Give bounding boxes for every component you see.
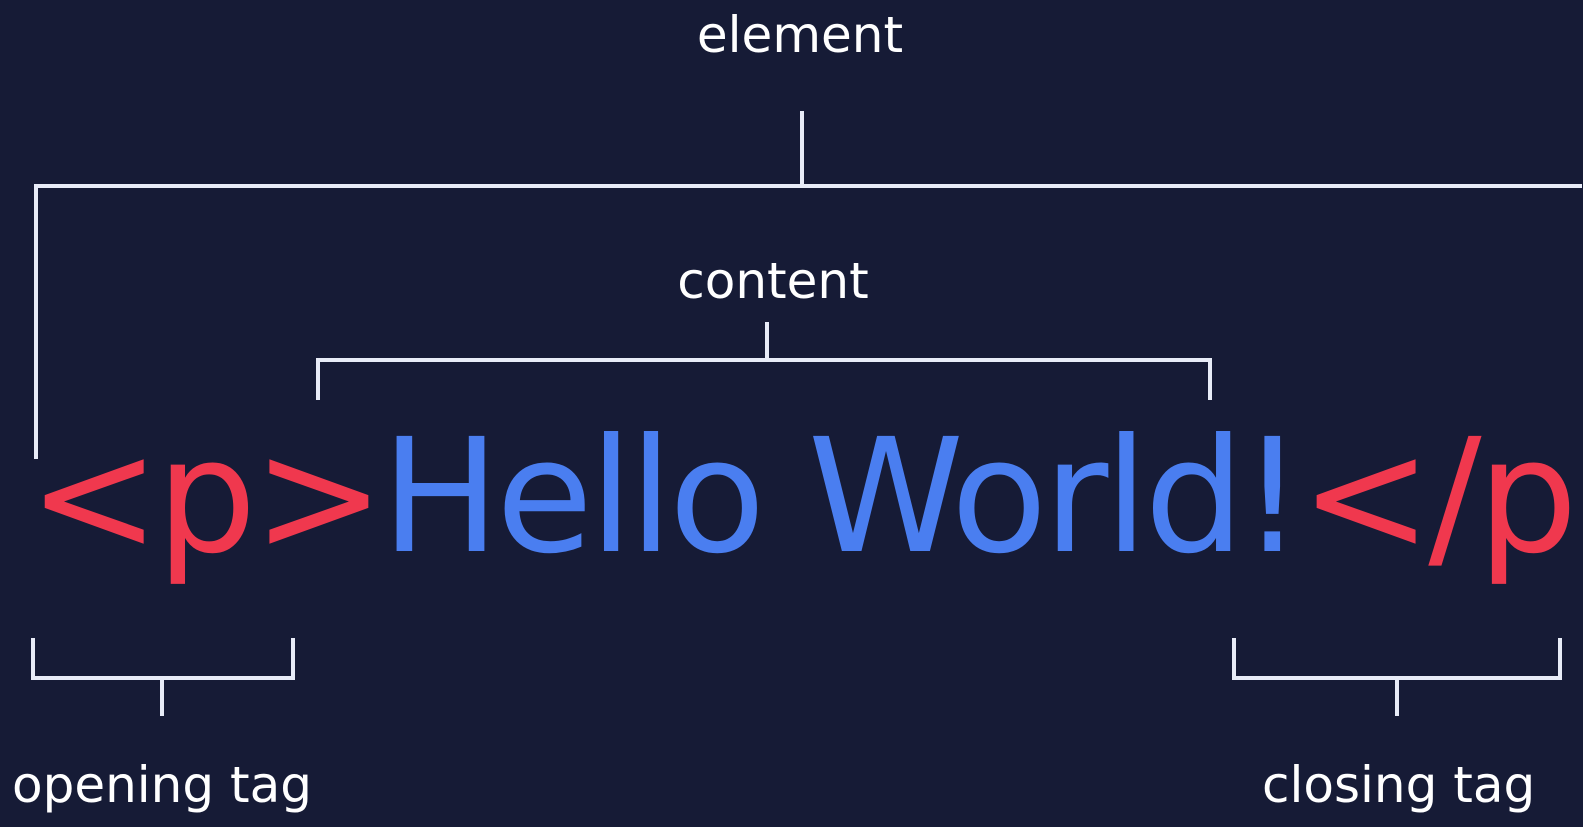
- content-bracket: [316, 358, 1212, 400]
- opening-tag-label: opening tag: [12, 756, 312, 814]
- closing-tag-label: closing tag: [1262, 756, 1536, 814]
- closing-tag-bracket: [1232, 638, 1562, 680]
- opening-tag: <p>: [28, 405, 385, 589]
- content-text: Hello World!: [381, 405, 1304, 589]
- element-label: element: [696, 6, 904, 64]
- content-label: content: [677, 252, 869, 310]
- html-element-anatomy-diagram: element content <p>Hello World!</p> open…: [0, 0, 1583, 827]
- closing-tag: </p>: [1299, 405, 1583, 589]
- opening-tag-bracket: [31, 638, 295, 680]
- code-line: <p>Hello World!</p>: [28, 418, 1583, 576]
